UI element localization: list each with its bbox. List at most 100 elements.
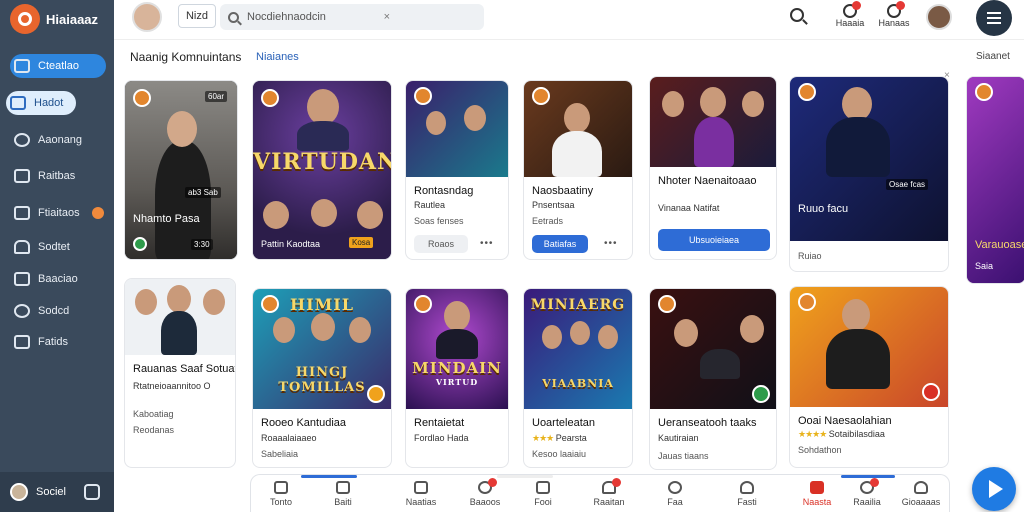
- store-tab-icon: [810, 481, 824, 494]
- sidebar-item-profile[interactable]: Hadot: [6, 91, 76, 115]
- content-card[interactable]: Osae fcas Ruuo facu Ruiao: [789, 76, 949, 272]
- card-action-button[interactable]: Roaos: [414, 235, 468, 253]
- card-tag: Osae fcas: [886, 179, 929, 190]
- top-action-label: Haaaia: [835, 18, 865, 28]
- section-link[interactable]: Niaianes: [256, 51, 299, 63]
- user-avatar[interactable]: [926, 4, 952, 30]
- play-icon[interactable]: [133, 237, 147, 251]
- sidebar-footer-label: Sociel: [36, 486, 66, 498]
- tab-grid[interactable]: Baiti: [313, 481, 373, 507]
- card-subtitle: Kautiraian: [658, 433, 699, 443]
- brand-name: Hiaiaaaz: [46, 11, 99, 27]
- card-meta: Kaboatiag: [133, 409, 174, 419]
- content-card[interactable]: Ooai Naesaolahian ★★★★ Sotaibilasdiaa So…: [789, 286, 949, 468]
- person-alert-icon: [887, 1, 905, 18]
- settings-icon: [14, 304, 30, 318]
- content-card[interactable]: Naosbaatiny Pnsentsaa Eetrads Batiafas •…: [523, 80, 633, 260]
- card-tag: Kosa: [349, 237, 374, 248]
- card-action-button[interactable]: Batiafas: [532, 235, 588, 253]
- card-title: Varauoasea: [975, 239, 1024, 251]
- tab-home[interactable]: Tonto: [251, 481, 311, 507]
- sidebar-item-files[interactable]: Fatids: [10, 330, 106, 354]
- avatar: [10, 483, 28, 501]
- notifications-button[interactable]: Haaaia: [830, 1, 870, 34]
- tab-profile[interactable]: Fasti: [717, 481, 777, 507]
- card-subtitle: Roaaalaiaaeo: [261, 433, 317, 443]
- tab-label: Raailia: [853, 497, 881, 507]
- play-icon[interactable]: [752, 385, 770, 403]
- search-icon[interactable]: [790, 8, 804, 22]
- tab-calendar[interactable]: Fooi: [513, 481, 573, 507]
- sidebar-item-grid[interactable]: Raitbas: [10, 164, 106, 188]
- card-meta: Saia: [975, 261, 994, 271]
- tab-notifications[interactable]: Raaitan: [579, 478, 639, 507]
- more-options-icon[interactable]: •••: [604, 238, 618, 249]
- card-meta: Ruiao: [798, 251, 822, 261]
- notification-icon: [843, 1, 861, 18]
- card-subtitle: Rautlea: [414, 200, 446, 210]
- more-options-icon[interactable]: •••: [480, 238, 494, 249]
- poster-subtitle: VIRTUD: [435, 377, 479, 387]
- account-tab-icon: [914, 481, 928, 494]
- menu-button[interactable]: [976, 0, 1012, 36]
- tab-label: Baiti: [334, 497, 352, 507]
- clear-icon[interactable]: ×: [384, 11, 390, 23]
- see-all-link[interactable]: Siaanet: [976, 51, 1010, 62]
- card-meta: Jauas tiaans: [658, 451, 709, 461]
- play-fab-button[interactable]: [972, 467, 1016, 511]
- subscribe-button[interactable]: Ubsuoieiaea: [658, 229, 770, 251]
- tab-chat[interactable]: Baaoos: [455, 478, 515, 507]
- play-icon: [989, 480, 1003, 498]
- sidebar-footer[interactable]: Sociel: [0, 472, 114, 512]
- sidebar-item-explore[interactable]: Aaonang: [10, 128, 106, 152]
- play-icon[interactable]: [367, 385, 385, 403]
- content-card[interactable]: Nhoter Naenaitoaao Vinanaa Natifat Ubsuo…: [649, 76, 777, 260]
- card-meta: Sohdathon: [798, 445, 842, 455]
- content-card[interactable]: HIMIL HINGJ TOMILLAS Rooeo Kantudiaa Roa…: [252, 288, 392, 468]
- folder-icon: [14, 335, 30, 349]
- live-icon: [133, 89, 151, 107]
- creator-card[interactable]: VIRTUDAN Pattin Kaodtaa Kosa: [252, 80, 392, 260]
- poster-title: MINIAERG: [530, 297, 626, 313]
- poster-title: MINDAIN: [412, 359, 502, 377]
- tab-refresh[interactable]: Faa: [645, 481, 705, 507]
- search-scope-select[interactable]: Nizd: [178, 4, 216, 28]
- card-subtitle: Pattin Kaodtaa: [261, 239, 321, 249]
- sidebar: Hiaiaaaz Cteatlao Hadot Aaonang Raitbas …: [0, 0, 114, 512]
- tab-label: Gioaaaas: [901, 497, 941, 507]
- tab-account[interactable]: Gioaaaas: [891, 481, 951, 507]
- content-card[interactable]: Rauanas Saaf Sotuat Rtatneioaannitoo O K…: [124, 278, 236, 468]
- tab-indicator: [841, 475, 895, 478]
- tab-label: Faa: [667, 497, 683, 507]
- live-icon: [798, 83, 816, 101]
- content-card[interactable]: Ueranseatooh taaks Kautiraian Jauas tiaa…: [649, 288, 777, 470]
- tab-comments[interactable]: Raailia: [837, 478, 897, 507]
- brand[interactable]: Hiaiaaaz: [10, 4, 98, 34]
- sidebar-item-label: Sodtet: [38, 241, 70, 253]
- card-title: Rauanas Saaf Sotuat: [133, 363, 236, 375]
- avatar[interactable]: [132, 2, 162, 32]
- profile-alerts-button[interactable]: Hanaas: [874, 1, 914, 34]
- search-input[interactable]: Nocdiehnaodcin ×: [220, 4, 484, 30]
- card-meta: Kesoo laaiaiu: [532, 449, 587, 459]
- card-tag: 60ar: [205, 91, 228, 102]
- live-icon: [414, 87, 432, 105]
- tab-label: Fooi: [534, 497, 552, 507]
- sidebar-item-alerts[interactable]: Sodtet: [10, 235, 106, 259]
- card-subtitle: Rtatneioaannitoo O: [133, 381, 211, 391]
- tab-bookmarks[interactable]: Naatias: [391, 481, 451, 507]
- sidebar-item-settings[interactable]: Sodcd: [10, 299, 106, 323]
- content-card[interactable]: Rontasndag Rautlea Soas fenses Roaos •••: [405, 80, 509, 260]
- content-card[interactable]: MINDAIN VIRTUD Rentaietat Fordlao Hada: [405, 288, 509, 468]
- sidebar-item-home[interactable]: Cteatlao: [10, 54, 106, 78]
- sidebar-item-calendar[interactable]: Baaciao: [10, 267, 106, 291]
- content-card[interactable]: MINIAERG VIAABNIA Uoarteleatan ★★★ Pears…: [523, 288, 633, 468]
- sidebar-item-list[interactable]: Ftiaitaos: [10, 201, 106, 225]
- creator-card[interactable]: 60ar ab3 Sab Nhamto Pasa 3:30: [124, 80, 238, 260]
- tab-indicator: [301, 475, 357, 478]
- chat-icon[interactable]: [83, 484, 100, 500]
- grid-tab-icon: [336, 481, 350, 494]
- chat-tab-icon: [478, 478, 497, 494]
- play-icon[interactable]: [922, 383, 940, 401]
- content-card[interactable]: Varauoasea Saia: [966, 76, 1024, 284]
